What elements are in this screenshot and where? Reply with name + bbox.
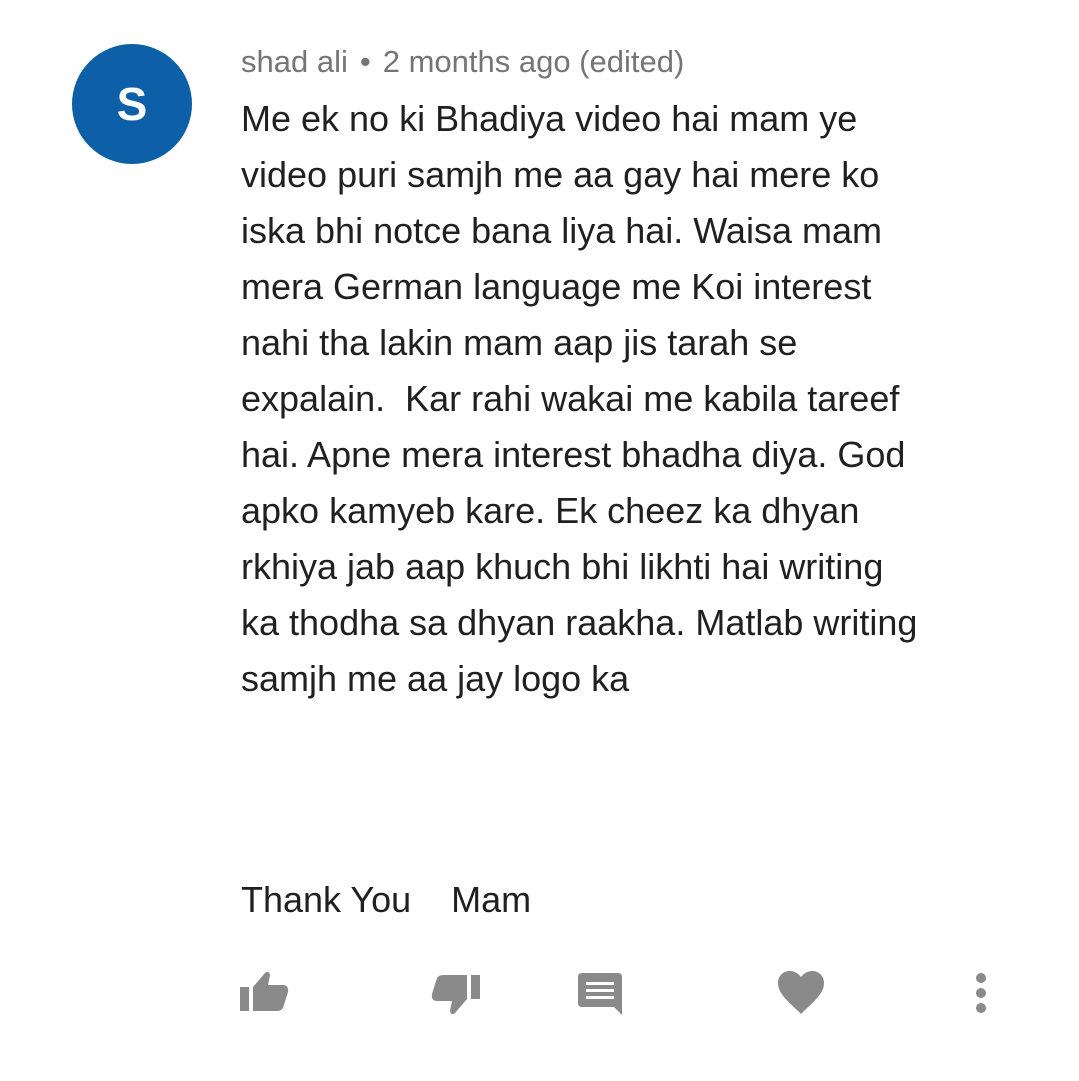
comment-line: rkhiya jab aap khuch bhi likhti hai writ… <box>241 546 884 587</box>
comment-line: video puri samjh me aa gay hai mere ko <box>241 154 880 195</box>
comment-line: mera German language me Koi interest <box>241 266 872 307</box>
author-name[interactable]: shad ali <box>241 44 348 79</box>
reply-button[interactable] <box>572 965 628 1021</box>
comment-line: ka thodha sa dhyan raakha. Matlab writin… <box>241 602 918 643</box>
comment-action-bar <box>0 965 1079 1025</box>
comment-line: apko kamyeb kare. Ek cheez ka dhyan <box>241 490 860 531</box>
avatar-letter: S <box>116 78 148 130</box>
thumbs-up-icon <box>240 971 289 1011</box>
dislike-button[interactable] <box>428 965 484 1021</box>
thumbs-down-icon <box>431 975 480 1015</box>
comment-icon <box>578 973 622 1015</box>
comment-meta: shad ali • 2 months ago (edited) <box>241 44 684 80</box>
avatar[interactable]: S <box>72 44 192 164</box>
comment-line: expalain. Kar rahi wakai me kabila taree… <box>241 378 900 419</box>
comment-closing: Thank You Mam <box>241 879 532 920</box>
comment-body: Me ek no ki Bhadiya video hai mam ye vid… <box>241 91 971 707</box>
comment-line: hai. Apne mera interest bhadha diya. God <box>241 434 906 475</box>
heart-icon <box>778 971 824 1014</box>
comment-line: Me ek no ki Bhadiya video hai mam ye <box>241 98 858 139</box>
meta-separator: • <box>359 44 371 79</box>
more-vertical-icon <box>976 973 986 1013</box>
comment-line: nahi tha lakin mam aap jis tarah se <box>241 322 798 363</box>
more-options-button[interactable] <box>953 965 1009 1021</box>
comment-card: S shad ali • 2 months ago (edited) Me ek n… <box>0 0 1079 1081</box>
comment-timestamp[interactable]: 2 months ago (edited) <box>383 44 685 79</box>
comment-line: samjh me aa jay logo ka <box>241 658 630 699</box>
like-button[interactable] <box>236 965 292 1021</box>
heart-button[interactable] <box>773 965 829 1021</box>
comment-line: iska bhi notce bana liya hai. Waisa mam <box>241 210 882 251</box>
